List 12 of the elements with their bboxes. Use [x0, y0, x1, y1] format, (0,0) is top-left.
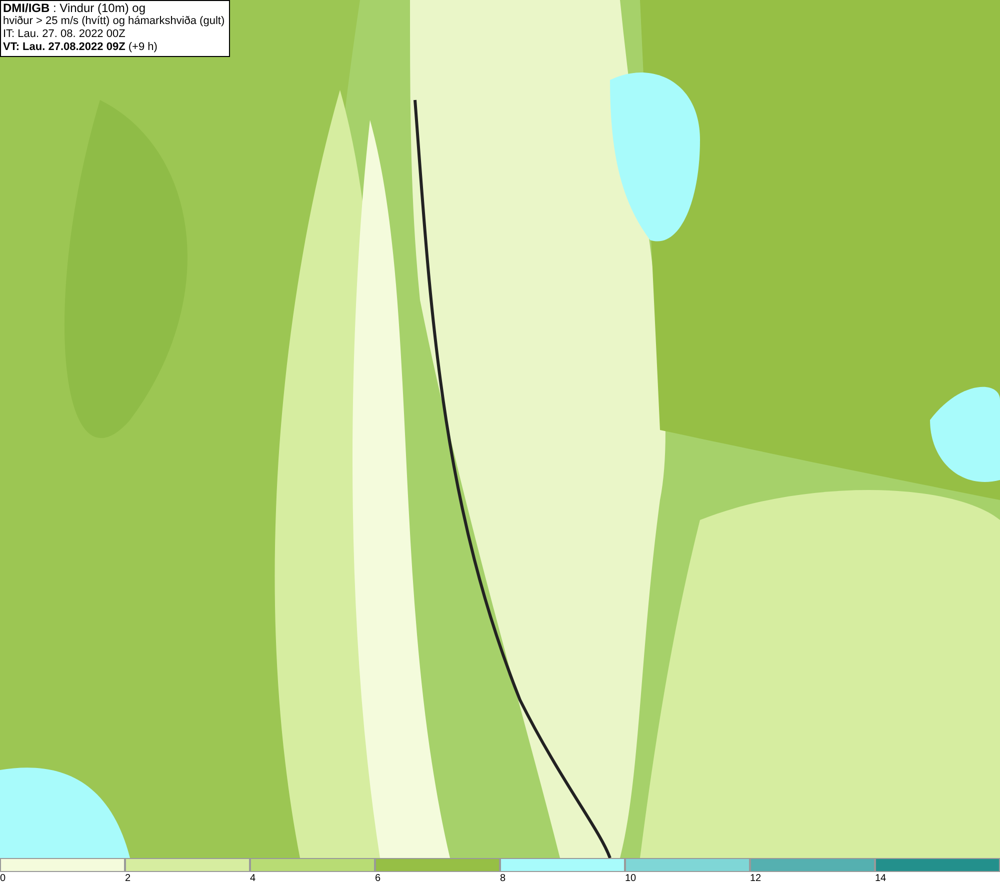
info-text: VT: Lau. 27.08.2022 09Z (+9 h) — [3, 41, 158, 54]
info-text: hviður > 25 m/s (hvítt) og hámarkshviða (gult) — [3, 15, 225, 28]
info-text: DMI/IGB : Vindur (10m) og — [3, 2, 146, 15]
scale-label: 6 — [375, 872, 381, 885]
scale-label: 2 — [125, 872, 131, 885]
info-text: IT: Lau. 27. 08. 2022 00Z — [3, 28, 126, 41]
scale-label: 8 — [500, 872, 506, 885]
scale-label: 4 — [250, 872, 256, 885]
scale-label: 0 — [0, 872, 6, 885]
scale-label: 10 — [625, 872, 636, 885]
scale-label: 12 — [750, 872, 762, 885]
scale-label: 14 — [875, 872, 886, 885]
